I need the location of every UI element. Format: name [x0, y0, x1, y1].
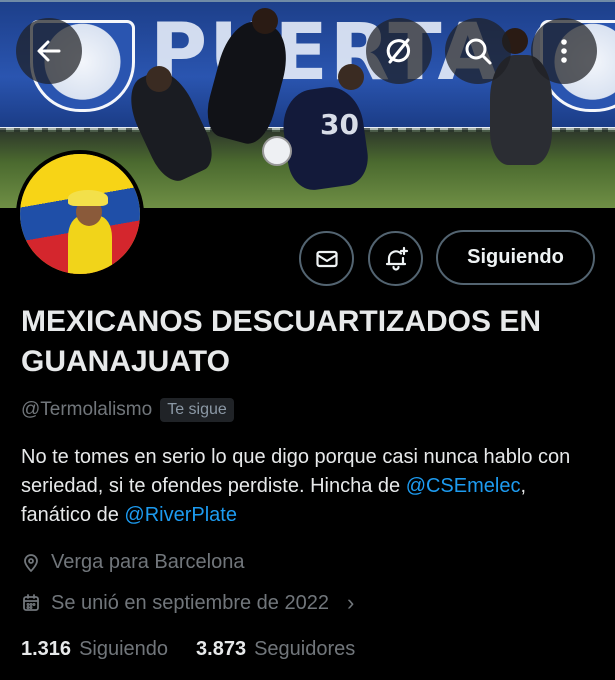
bell-plus-icon: [385, 246, 408, 271]
followers-label: Seguidores: [254, 638, 356, 660]
follows-you-badge: Te sigue: [160, 398, 234, 422]
handle: @Termolalismo: [21, 399, 153, 420]
banner-player-head: [252, 8, 278, 34]
banner-player-head: [146, 66, 172, 92]
notification-button[interactable]: [368, 231, 423, 286]
follow-stats: 1.316 Siguiendo 3.873 Seguidores: [21, 638, 355, 661]
bio-mention-cs-emelec[interactable]: @CSEmelec: [406, 475, 521, 497]
joined-row[interactable]: Se unió en septiembre de 2022 ›: [21, 590, 354, 616]
banner-ball: [262, 136, 292, 166]
handle-row: @Termolalismo Te sigue: [21, 398, 234, 422]
search-button[interactable]: [445, 18, 511, 84]
location-text: Verga para Barcelona: [51, 551, 245, 573]
bio: No te tomes en serio lo que digo porque …: [21, 443, 601, 530]
back-button[interactable]: [16, 18, 82, 84]
slashed-circle-icon: [386, 38, 411, 64]
following-count: 1.316: [21, 638, 72, 660]
followers-stat[interactable]: 3.873 Seguidores: [196, 638, 355, 661]
chevron-right-icon: ›: [346, 590, 355, 615]
avatar[interactable]: [16, 150, 144, 278]
banner-player-head: [338, 64, 364, 90]
avatar-hat: [68, 190, 108, 206]
joined-text: Se unió en septiembre de 2022: [51, 591, 329, 614]
no-edit-button[interactable]: [366, 18, 432, 84]
location-row: Verga para Barcelona: [21, 551, 244, 574]
followers-count: 3.873: [196, 638, 247, 660]
message-button[interactable]: [299, 231, 354, 286]
envelope-icon: [315, 250, 338, 267]
more-vertical-icon: [561, 39, 567, 63]
bio-mention-river-plate[interactable]: @RiverPlate: [124, 504, 237, 526]
arrow-left-icon: [37, 40, 61, 62]
more-button[interactable]: [531, 18, 597, 84]
following-button[interactable]: Siguiendo: [436, 230, 595, 285]
location-pin-icon: [24, 553, 38, 572]
display-name: MEXICANOS DESCUARTIZADOS EN GUANAJUATO: [21, 305, 542, 378]
banner-jersey-number: 30: [320, 108, 359, 141]
following-stat[interactable]: 1.316 Siguiendo: [21, 638, 168, 661]
following-label: Siguiendo: [79, 638, 169, 660]
calendar-icon: [23, 594, 39, 611]
search-icon: [465, 38, 492, 65]
